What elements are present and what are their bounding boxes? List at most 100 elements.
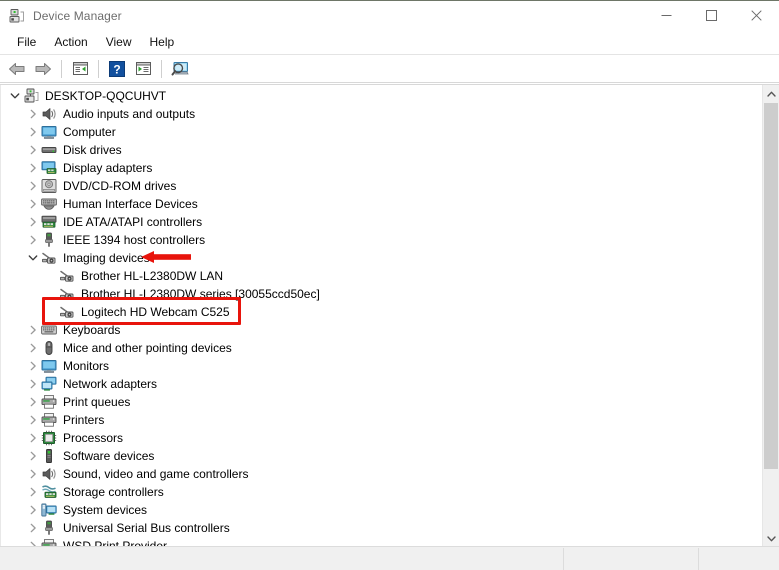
scroll-up-button[interactable] — [763, 85, 779, 102]
tree-node-imaging-devices[interactable]: Imaging devices — [1, 249, 753, 267]
status-pane-2 — [563, 548, 699, 570]
device-manager-icon — [9, 8, 25, 24]
toolbar-separator-1 — [61, 59, 62, 78]
tree-node-logitech-hd-webcam-c525[interactable]: Logitech HD Webcam C525 — [1, 303, 753, 321]
tree-node-processors[interactable]: Processors — [1, 429, 753, 447]
tree-twisty[interactable] — [25, 448, 41, 464]
tree-twisty[interactable] — [25, 502, 41, 518]
tree-node-label: System devices — [63, 503, 148, 517]
menu-action[interactable]: Action — [45, 32, 96, 52]
controller-card-icon — [41, 214, 57, 230]
system-device-icon — [41, 502, 57, 518]
tree-twisty[interactable] — [25, 196, 41, 212]
tree-node-label: Audio inputs and outputs — [63, 107, 196, 121]
tree-node-sound-video-and-game-controllers[interactable]: Sound, video and game controllers — [1, 465, 753, 483]
tree-node-universal-serial-bus-controllers[interactable]: Universal Serial Bus controllers — [1, 519, 753, 537]
tree-node-dvd-cd-rom-drives[interactable]: DVD/CD-ROM drives — [1, 177, 753, 195]
tree-twisty[interactable] — [25, 430, 41, 446]
tree-twisty[interactable] — [25, 250, 41, 266]
scan-hardware-icon — [171, 62, 189, 76]
tree-node-display-adapters[interactable]: Display adapters — [1, 159, 753, 177]
tree-twisty[interactable] — [25, 160, 41, 176]
tree-twisty[interactable] — [25, 376, 41, 392]
tree-node-printers[interactable]: Printers — [1, 411, 753, 429]
tree-twisty[interactable] — [25, 106, 41, 122]
tree-node-wsd-print-provider[interactable]: WSD Print Provider — [1, 537, 753, 546]
back-button[interactable] — [4, 57, 30, 81]
chevron-right-icon — [30, 127, 36, 137]
chevron-right-icon — [30, 523, 36, 533]
tree-twisty[interactable] — [25, 340, 41, 356]
optical-drive-icon — [41, 178, 57, 194]
menu-file[interactable]: File — [8, 32, 45, 52]
device-tree-panel: DESKTOP-QQCUHVT Audio inputs and outputs C… — [0, 84, 779, 546]
tree-node-label: Monitors — [63, 359, 110, 373]
tree-node-audio-inputs-and-outputs[interactable]: Audio inputs and outputs — [1, 105, 753, 123]
tree-node-ieee-1394-host-controllers[interactable]: IEEE 1394 host controllers — [1, 231, 753, 249]
tree-twisty[interactable] — [25, 232, 41, 248]
tree-twisty[interactable] — [25, 520, 41, 536]
menu-bar: File Action View Help — [0, 30, 779, 55]
help-button[interactable]: ? — [104, 57, 130, 81]
tree-node-computer[interactable]: Computer — [1, 123, 753, 141]
caption-buttons — [644, 1, 779, 30]
chevron-up-icon — [766, 91, 776, 97]
tree-node-keyboards[interactable]: Keyboards — [1, 321, 753, 339]
software-device-icon — [41, 448, 57, 464]
chevron-right-icon — [30, 199, 36, 209]
tree-node-mice-and-other-pointing-devices[interactable]: Mice and other pointing devices — [1, 339, 753, 357]
speaker-icon — [41, 466, 57, 482]
vertical-scrollbar[interactable] — [762, 85, 779, 546]
tree-twisty[interactable] — [25, 412, 41, 428]
minimize-button[interactable] — [644, 1, 689, 30]
tree-twisty[interactable] — [25, 394, 41, 410]
tree-node-ide-ata-atapi-controllers[interactable]: IDE ATA/ATAPI controllers — [1, 213, 753, 231]
tree-node-brother-hl-l2380dw-lan[interactable]: Brother HL-L2380DW LAN — [1, 267, 753, 285]
tree-node-storage-controllers[interactable]: Storage controllers — [1, 483, 753, 501]
scroll-down-button[interactable] — [763, 530, 779, 546]
tree-node-system-devices[interactable]: System devices — [1, 501, 753, 519]
tree-twisty[interactable] — [25, 214, 41, 230]
tree-node-monitors[interactable]: Monitors — [1, 357, 753, 375]
tree-twisty[interactable] — [25, 142, 41, 158]
tree-node-label: Brother HL-L2380DW series [30055ccd50ec] — [81, 287, 320, 301]
tree-node-disk-drives[interactable]: Disk drives — [1, 141, 753, 159]
tree-twisty[interactable] — [25, 322, 41, 338]
camera-icon — [41, 250, 57, 266]
tree-node-software-devices[interactable]: Software devices — [1, 447, 753, 465]
chevron-right-icon — [30, 235, 36, 245]
tree-twisty[interactable] — [25, 358, 41, 374]
tree-node-label: Processors — [63, 431, 124, 445]
scrollbar-thumb[interactable] — [764, 103, 778, 469]
scan-for-hardware-changes-button[interactable] — [167, 57, 193, 81]
show-hide-console-tree-button[interactable] — [67, 57, 93, 81]
chevron-right-icon — [30, 379, 36, 389]
tree-node-label: Software devices — [63, 449, 155, 463]
tree-twisty[interactable] — [25, 466, 41, 482]
tree-node-network-adapters[interactable]: Network adapters — [1, 375, 753, 393]
monitor-icon — [41, 124, 57, 140]
device-tree[interactable]: DESKTOP-QQCUHVT Audio inputs and outputs C… — [0, 85, 753, 546]
tree-node-label: Storage controllers — [63, 485, 164, 499]
tree-node-brother-hl-l2380dw-series[interactable]: Brother HL-L2380DW series [30055ccd50ec] — [1, 285, 753, 303]
camera-icon — [59, 268, 75, 284]
menu-help[interactable]: Help — [141, 32, 184, 52]
toolbar: ? — [0, 55, 779, 83]
printer-icon — [41, 394, 57, 410]
tree-node-print-queues[interactable]: Print queues — [1, 393, 753, 411]
forward-button[interactable] — [30, 57, 56, 81]
close-button[interactable] — [734, 1, 779, 30]
tree-node-desktop-qqcuhvt[interactable]: DESKTOP-QQCUHVT — [1, 87, 753, 105]
tree-twisty[interactable] — [25, 124, 41, 140]
usb-plug-icon — [41, 520, 57, 536]
tree-twisty[interactable] — [7, 88, 23, 104]
chevron-down-icon — [10, 93, 20, 99]
tree-node-human-interface-devices[interactable]: Human Interface Devices — [1, 195, 753, 213]
tree-twisty[interactable] — [25, 538, 41, 546]
tree-twisty[interactable] — [25, 178, 41, 194]
tree-twisty[interactable] — [25, 484, 41, 500]
menu-view[interactable]: View — [97, 32, 141, 52]
properties-button[interactable] — [130, 57, 156, 81]
maximize-button[interactable] — [689, 1, 734, 30]
